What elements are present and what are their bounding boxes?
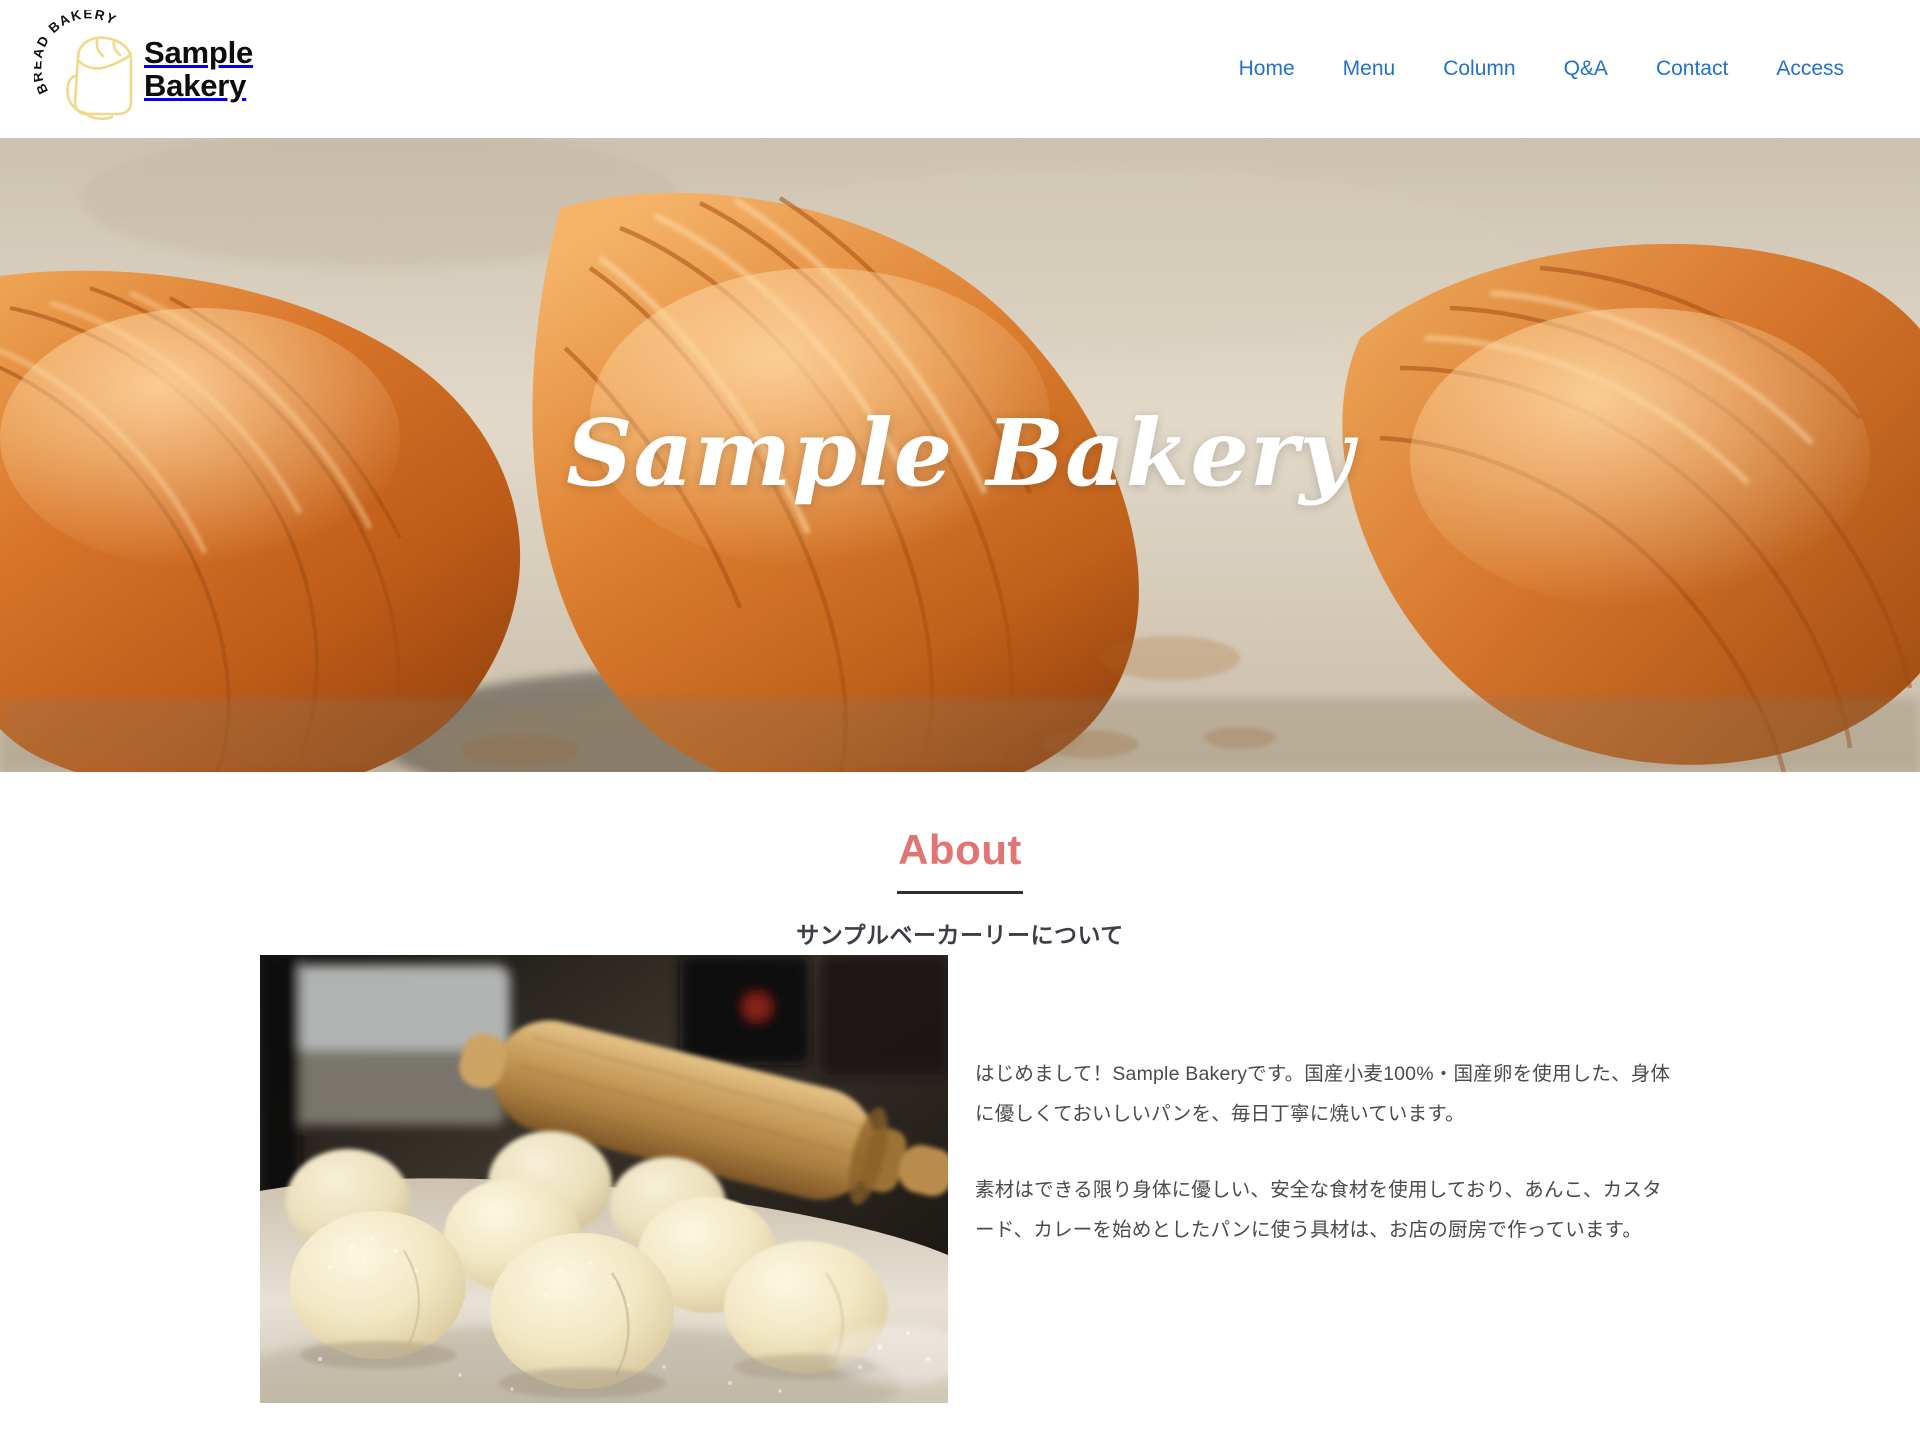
nav-item-qa[interactable]: Q&A xyxy=(1540,49,1632,89)
about-body: はじめまして！Sample Bakeryです。国産小麦100%・国産卵を使用した… xyxy=(0,955,1920,1403)
about-heading-group: About サンプルベーカーリーについて xyxy=(0,772,1920,950)
nav-item-access[interactable]: Access xyxy=(1752,49,1868,89)
bread-loaf-logo-icon: BREAD BAKERY xyxy=(29,6,152,128)
brand-name-line1: Sample xyxy=(144,34,254,70)
about-text-block: はじめまして！Sample Bakeryです。国産小麦100%・国産卵を使用した… xyxy=(975,955,1675,1403)
about-subtitle: サンプルベーカーリーについて xyxy=(796,922,1124,949)
about-title: About xyxy=(898,826,1022,873)
about-section: About サンプルベーカーリーについて はじめまして！Sample Baker… xyxy=(0,772,1920,1432)
site-logo-link[interactable]: BREAD BAKERY Sample Bakery xyxy=(29,6,254,128)
nav-item-column[interactable]: Column xyxy=(1419,49,1539,89)
brand-wordmark: Sample Bakery xyxy=(144,34,254,103)
nav-item-menu[interactable]: Menu xyxy=(1319,49,1420,89)
site-header: BREAD BAKERY Sample Bakery Home Menu Col… xyxy=(0,0,1920,138)
brand-name-line2: Bakery xyxy=(144,68,247,103)
nav-item-contact[interactable]: Contact xyxy=(1632,49,1752,89)
about-dough-image xyxy=(260,955,948,1403)
nav-item-home[interactable]: Home xyxy=(1215,49,1319,89)
about-divider xyxy=(897,891,1023,895)
about-paragraph-1: はじめまして！Sample Bakeryです。国産小麦100%・国産卵を使用した… xyxy=(975,1063,1671,1125)
hero-section: Sample Bakery xyxy=(0,138,1920,772)
about-paragraph-2: 素材はできる限り身体に優しい、安全な食材を使用しており、あんこ、カスタード、カレ… xyxy=(975,1178,1662,1241)
main-navigation: Home Menu Column Q&A Contact Access xyxy=(1215,49,1868,89)
hero-title: Sample Bakery xyxy=(566,398,1354,507)
